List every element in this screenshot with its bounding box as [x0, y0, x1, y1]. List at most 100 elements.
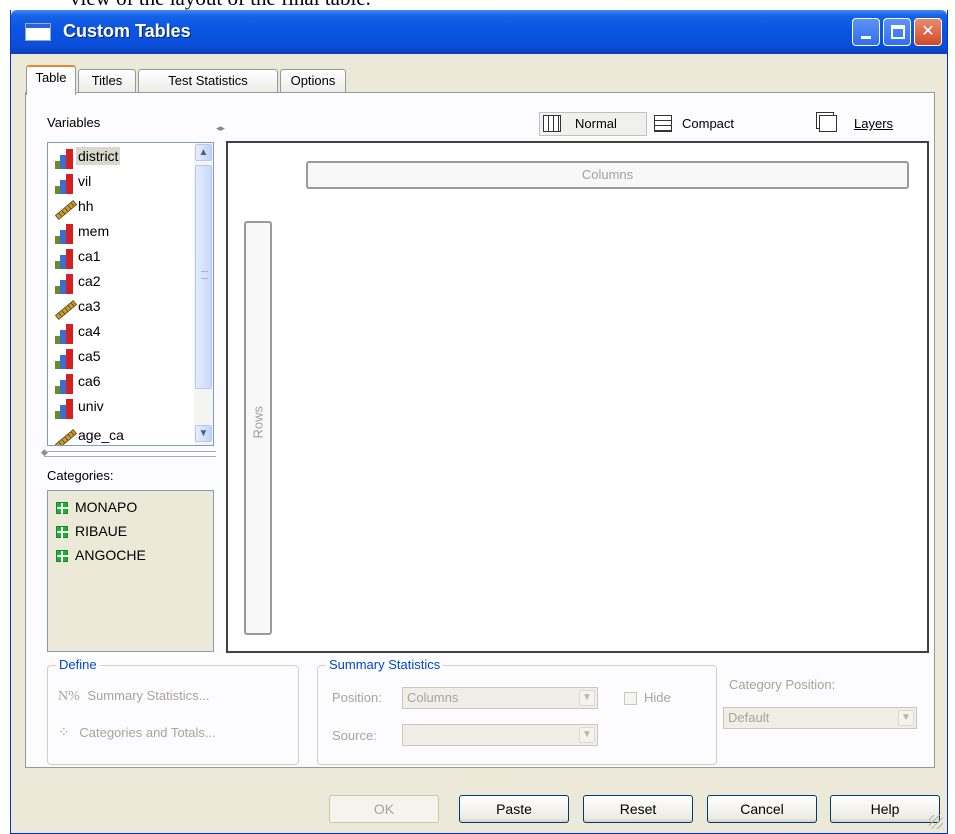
nominal-bar-icon — [54, 149, 74, 169]
table-grid-icon — [543, 115, 561, 132]
list-item[interactable]: mem — [54, 222, 184, 246]
nominal-bar-icon — [54, 399, 74, 419]
categories-label: Categories: — [47, 468, 114, 483]
variable-name: district — [76, 147, 121, 165]
list-item[interactable]: ca3 — [54, 297, 184, 321]
variable-name: ca2 — [78, 273, 101, 289]
categories-totals-button[interactable]: ⁘ Categories and Totals... — [58, 724, 216, 741]
category-position-select[interactable]: Default ▼ — [723, 707, 917, 729]
normal-view-label: Normal — [575, 116, 617, 131]
variable-name: ca6 — [78, 373, 101, 389]
category-name: MONAPO — [75, 499, 138, 515]
layers-button[interactable]: Layers — [819, 114, 919, 136]
vertical-splitter-icon[interactable]: ◂▸ — [216, 123, 225, 134]
category-name: ANGOCHE — [75, 547, 146, 563]
list-item[interactable]: age_ca — [54, 426, 184, 445]
reset-button[interactable]: Reset — [583, 795, 693, 823]
layers-icon — [819, 115, 837, 132]
list-item[interactable]: vil — [54, 172, 184, 196]
source-select[interactable]: ▼ — [402, 724, 598, 746]
window-title: Custom Tables — [63, 21, 191, 41]
variable-name: univ — [78, 398, 104, 414]
cancel-button[interactable]: Cancel — [707, 795, 817, 823]
list-item[interactable]: district — [54, 147, 184, 171]
title-bar[interactable]: Custom Tables ✕ — [11, 10, 947, 54]
nominal-bar-icon — [54, 324, 74, 344]
variable-name: ca1 — [78, 248, 101, 264]
summary-statistics-define-button[interactable]: N% Summary Statistics... — [58, 688, 209, 705]
window-app-icon — [25, 23, 51, 41]
scroll-up-button[interactable]: ▲ — [195, 144, 212, 161]
horizontal-splitter[interactable] — [44, 451, 216, 457]
nominal-bar-icon — [54, 274, 74, 294]
resize-grip-icon[interactable] — [929, 815, 943, 829]
scroll-thumb[interactable] — [195, 165, 212, 389]
variables-list[interactable]: district vil hh mem ca1 ca2 ca3 ca4 ca5 … — [47, 142, 214, 446]
variable-name: hh — [78, 198, 94, 214]
categories-list[interactable]: MONAPO RIBAUE ANGOCHE — [47, 490, 214, 652]
table-canvas[interactable]: Columns Rows — [226, 141, 929, 653]
compact-list-icon — [654, 115, 672, 132]
position-value: Columns — [407, 690, 459, 705]
nominal-bar-icon — [54, 249, 74, 269]
summary-statistics-define-label: Summary Statistics... — [87, 688, 210, 703]
chevron-down-icon: ▼ — [898, 710, 914, 726]
normal-view-option[interactable]: Normal — [543, 114, 643, 136]
list-item[interactable]: hh — [54, 197, 184, 221]
n-percent-icon: N% — [58, 689, 80, 704]
variable-name: ca5 — [78, 348, 101, 364]
list-item[interactable]: ca5 — [54, 347, 184, 371]
layers-label: Layers — [854, 116, 894, 131]
close-icon: ✕ — [921, 23, 935, 40]
category-position-value: Default — [728, 710, 770, 725]
list-item[interactable]: univ — [54, 397, 184, 421]
variable-name: age_ca — [78, 427, 124, 443]
ok-button[interactable]: OK — [329, 795, 439, 823]
variable-name: vil — [78, 173, 92, 189]
custom-tables-dialog: Custom Tables ✕ Table Titles Test Statis… — [10, 10, 948, 834]
source-label: Source: — [332, 728, 377, 743]
columns-drop-zone[interactable]: Columns — [306, 161, 909, 189]
define-group: Define N% Summary Statistics... ⁘ Catego… — [47, 657, 299, 765]
list-item[interactable]: ca4 — [54, 322, 184, 346]
scale-ruler-icon — [54, 199, 78, 221]
summary-statistics-group: Summary Statistics Position: Columns ▼ H… — [317, 657, 717, 765]
variables-scrollbar[interactable]: ▲ ▼ — [194, 143, 213, 445]
minimize-icon — [861, 36, 871, 39]
nominal-bar-icon — [54, 224, 74, 244]
rows-label: Rows — [250, 405, 266, 439]
close-button[interactable]: ✕ — [914, 18, 942, 46]
minimize-button[interactable] — [852, 18, 880, 46]
help-button[interactable]: Help — [830, 795, 940, 823]
compact-view-option[interactable]: Compact — [654, 114, 764, 136]
hide-checkbox[interactable] — [624, 692, 637, 705]
grip-icon — [201, 271, 208, 279]
nominal-bar-icon — [54, 174, 74, 194]
categories-totals-label: Categories and Totals... — [79, 725, 216, 740]
nominal-bar-icon — [54, 374, 74, 394]
category-position-label: Category Position: — [729, 677, 836, 692]
maximize-button[interactable] — [883, 18, 911, 46]
scroll-down-button[interactable]: ▼ — [195, 425, 212, 442]
list-item[interactable]: ca6 — [54, 372, 184, 396]
list-item[interactable]: ca1 — [54, 247, 184, 271]
position-label: Position: — [332, 690, 382, 705]
scale-ruler-icon — [54, 428, 78, 445]
variable-name: mem — [78, 223, 110, 239]
rows-drop-zone[interactable]: Rows — [244, 221, 272, 635]
position-select[interactable]: Columns ▼ — [402, 687, 598, 709]
paste-button[interactable]: Paste — [459, 795, 569, 823]
variables-label: Variables — [47, 115, 101, 130]
maximize-icon — [891, 25, 905, 39]
compact-view-label: Compact — [682, 116, 735, 131]
tab-options[interactable]: Options — [280, 69, 346, 93]
variable-name: ca3 — [78, 298, 101, 314]
tab-test-statistics[interactable]: Test Statistics — [138, 69, 278, 93]
category-name: RIBAUE — [75, 523, 128, 539]
list-item[interactable]: ca2 — [54, 272, 184, 296]
summary-statistics-legend: Summary Statistics — [326, 657, 444, 672]
tab-titles[interactable]: Titles — [78, 69, 136, 93]
tab-table[interactable]: Table — [26, 65, 76, 95]
columns-label: Columns — [581, 167, 634, 182]
hide-label: Hide — [644, 690, 671, 705]
